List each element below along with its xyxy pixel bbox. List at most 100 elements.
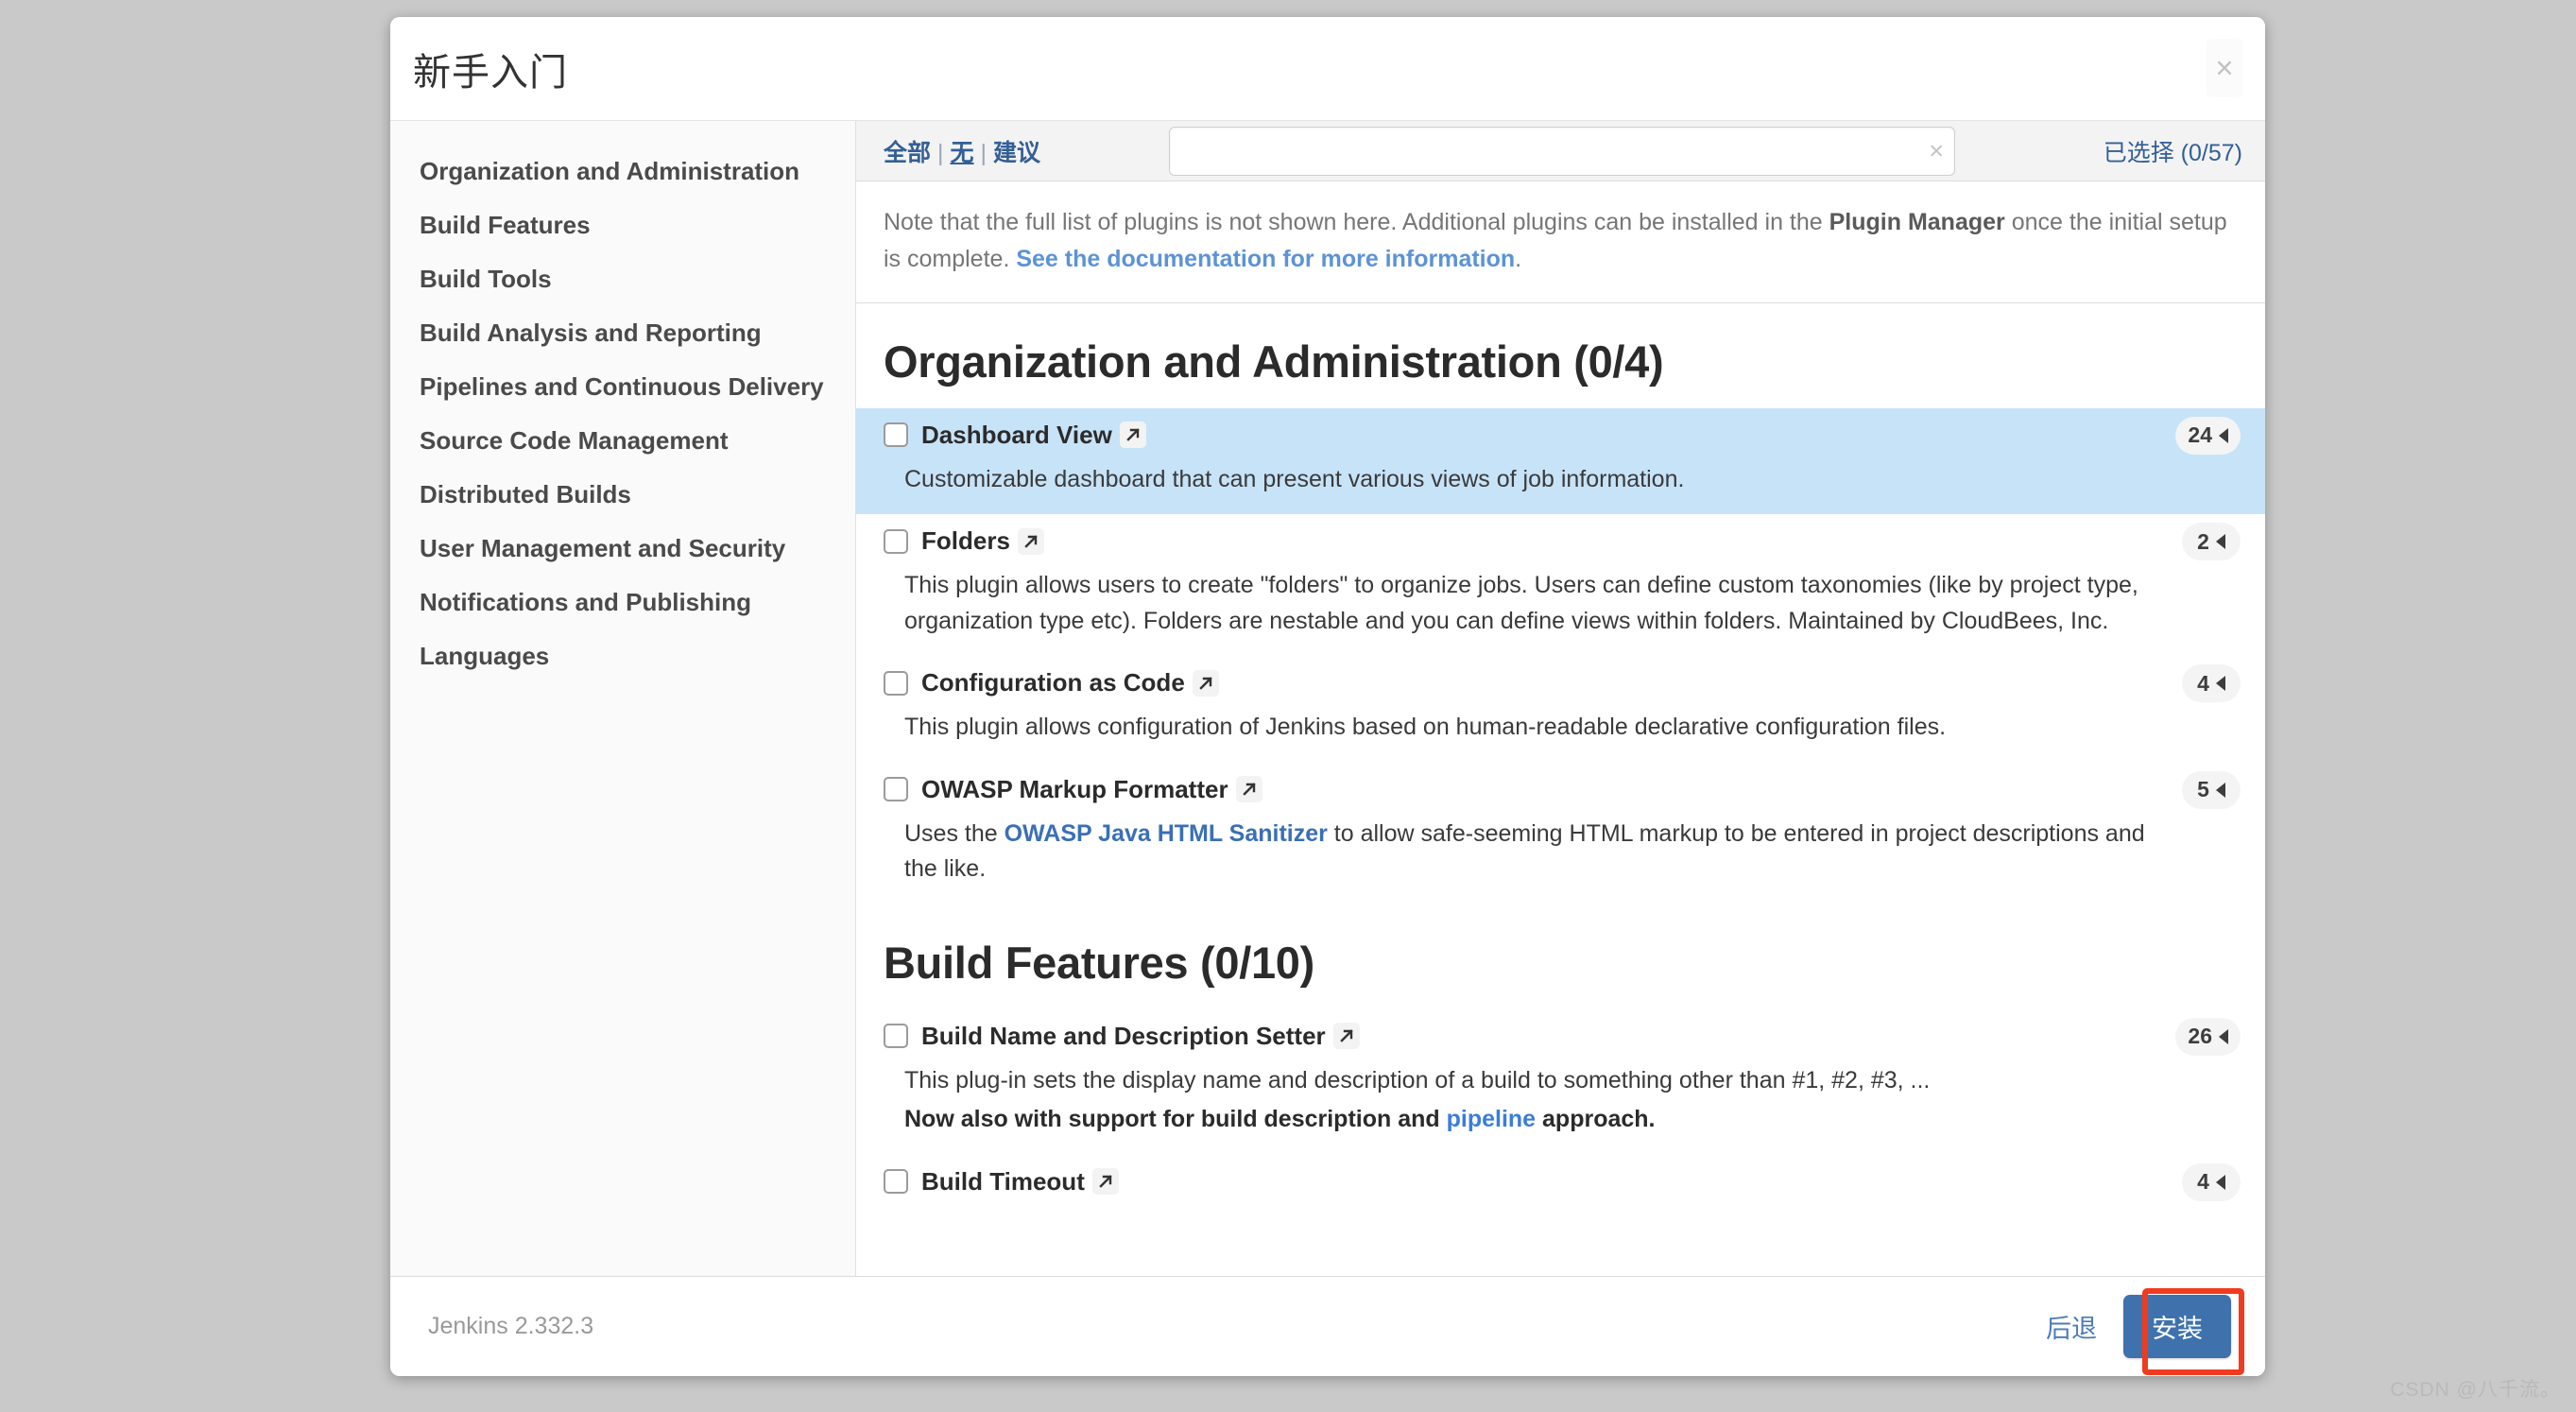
watermark: CSDN @八千流。 (2390, 1379, 2561, 1401)
section-title-organization: Organization and Administration (0/4) (884, 336, 1664, 387)
badge-count: 24 (2188, 422, 2212, 447)
sidebar-item-build-tools[interactable]: Build Tools (390, 252, 855, 306)
notice-plugin-manager: Plugin Manager (1829, 209, 2005, 235)
plugin-row-build-name-and-description-setter[interactable]: Build Name and Description Setter This p… (856, 1009, 2265, 1155)
sidebar-item-build-features[interactable]: Build Features (390, 198, 855, 252)
notice-text-part3: . (1515, 245, 1522, 272)
plugin-name-build-name-and-description-setter: Build Name and Description Setter (921, 1021, 1326, 1050)
close-icon[interactable]: × (2207, 39, 2242, 97)
category-sidebar: Organization and Administration Build Fe… (390, 121, 856, 1276)
plugin-row-dashboard-view[interactable]: Dashboard View Customizable dashboard th… (856, 407, 2265, 514)
plugin-name-build-timeout: Build Timeout (921, 1166, 1085, 1196)
triangle-left-icon (2215, 676, 2225, 691)
sidebar-item-notifications-and-publishing[interactable]: Notifications and Publishing (390, 576, 855, 629)
triangle-left-icon (2219, 427, 2228, 443)
filter-separator-2: | (980, 139, 987, 166)
plugin-checkbox-build-name-and-description-setter[interactable] (884, 1024, 908, 1048)
pipeline-link[interactable]: pipeline (1447, 1106, 1536, 1132)
plugin-toolbar: 全部 | 无 | 建议 × 已选择 (0/57) (856, 121, 2265, 181)
plugin-checkbox-dashboard-view[interactable] (884, 422, 908, 447)
plugin-row-owasp-markup-formatter[interactable]: OWASP Markup Formatter Uses the OWASP Ja… (856, 763, 2265, 904)
triangle-left-icon (2215, 782, 2225, 798)
plugin-row-build-timeout[interactable]: Build Timeout 4 (856, 1155, 2265, 1214)
plugin-dependency-badge[interactable]: 26 (2175, 1017, 2241, 1056)
external-link-icon[interactable] (1192, 669, 1219, 697)
modal-body: Organization and Administration Build Fe… (390, 121, 2265, 1276)
clear-search-icon[interactable]: × (1929, 138, 1944, 164)
plugin-head: Configuration as Code (884, 668, 2190, 697)
triangle-left-icon (2219, 1028, 2228, 1044)
external-link-icon[interactable] (1091, 1168, 1119, 1195)
plugin-checkbox-folders[interactable] (884, 528, 908, 554)
plugin-row-folders[interactable]: Folders This plugin allows users to crea… (856, 514, 2265, 656)
external-link-icon[interactable] (1235, 776, 1262, 802)
filter-all-link[interactable]: 全部 (884, 140, 931, 166)
plugin-row-configuration-as-code[interactable]: Configuration as Code This plugin allows… (856, 656, 2265, 763)
triangle-left-icon (2215, 534, 2225, 549)
sidebar-item-languages[interactable]: Languages (390, 629, 855, 683)
plugin-name-folders: Folders (921, 526, 1010, 555)
bold-post: approach. (1536, 1106, 1656, 1132)
plugin-dependency-badge[interactable]: 24 (2175, 416, 2241, 455)
plugin-list-scroll[interactable]: Organization and Administration (0/4) Da… (856, 302, 2265, 1276)
filter-links: 全部 | 无 | 建议 (884, 134, 1040, 168)
plugin-description-configuration-as-code: This plugin allows configuration of Jenk… (904, 714, 1947, 740)
footer-actions: 后退 安装 (2046, 1295, 2231, 1358)
desc-line-2: Now also with support for build descript… (904, 1102, 2159, 1138)
plugin-description-build-name-and-description-setter: This plug-in sets the display name and d… (884, 1063, 2159, 1138)
plugin-name-configuration-as-code: Configuration as Code (921, 668, 1185, 697)
badge-count: 5 (2197, 777, 2209, 801)
plugin-notice: Note that the full list of plugins is no… (856, 181, 2265, 303)
external-link-icon[interactable] (1332, 1023, 1360, 1049)
filter-none-link[interactable]: 无 (951, 140, 974, 166)
jenkins-version-label: Jenkins 2.332.3 (428, 1313, 594, 1339)
plugin-name-dashboard-view: Dashboard View (921, 420, 1112, 449)
desc-line-1: This plug-in sets the display name and d… (904, 1066, 1931, 1093)
notice-text-part1: Note that the full list of plugins is no… (884, 209, 1829, 235)
plugin-dependency-badge[interactable]: 4 (2182, 664, 2241, 702)
plugin-checkbox-build-timeout[interactable] (884, 1169, 908, 1194)
plugin-description-folders: This plugin allows users to create "fold… (904, 572, 2138, 634)
selected-count-label[interactable]: 已选择 (0/57) (2104, 134, 2242, 168)
plugin-panel: 全部 | 无 | 建议 × 已选择 (0/57) Note that the full … (856, 121, 2265, 1276)
modal-footer: Jenkins 2.332.3 后退 安装 (390, 1276, 2265, 1376)
search-wrapper: × (1169, 126, 1956, 176)
plugin-checkbox-owasp-markup-formatter[interactable] (884, 777, 908, 801)
plugin-description-owasp-markup-formatter: Uses the OWASP Java HTML Sanitizer to al… (884, 817, 2159, 887)
plugin-head: Folders (884, 526, 2190, 556)
owasp-sanitizer-link[interactable]: OWASP Java HTML Sanitizer (1005, 820, 1328, 847)
filter-suggested-link[interactable]: 建议 (993, 140, 1040, 166)
plugin-name-owasp-markup-formatter: OWASP Markup Formatter (921, 774, 1228, 803)
page-title: 新手入门 (413, 51, 568, 94)
plugin-head: Build Name and Description Setter (884, 1022, 2190, 1051)
badge-count: 4 (2197, 1169, 2209, 1194)
external-link-icon[interactable] (1017, 527, 1044, 555)
getting-started-modal: 新手入门 × Organization and Administration B… (390, 17, 2265, 1376)
external-link-icon[interactable] (1119, 422, 1146, 448)
plugin-head: Dashboard View (884, 421, 2190, 450)
modal-header: 新手入门 × (390, 17, 2265, 121)
sidebar-item-build-analysis-and-reporting[interactable]: Build Analysis and Reporting (390, 306, 855, 360)
sidebar-item-organization-and-administration[interactable]: Organization and Administration (390, 145, 855, 198)
search-input[interactable] (1169, 126, 1956, 176)
plugin-head: OWASP Markup Formatter (884, 775, 2190, 804)
sidebar-item-pipelines-and-continuous-delivery[interactable]: Pipelines and Continuous Delivery (390, 360, 855, 414)
triangle-left-icon (2215, 1174, 2225, 1190)
filter-separator-1: | (937, 139, 944, 166)
desc-pre: Uses the (904, 819, 1005, 847)
plugin-checkbox-configuration-as-code[interactable] (884, 670, 908, 696)
plugin-description-dashboard-view: Customizable dashboard that can present … (904, 465, 1685, 492)
back-button[interactable]: 后退 (2046, 1308, 2097, 1345)
sidebar-item-source-code-management[interactable]: Source Code Management (390, 414, 855, 468)
badge-count: 2 (2197, 528, 2209, 554)
install-button[interactable]: 安装 (2123, 1295, 2231, 1358)
plugin-dependency-badge[interactable]: 5 (2182, 770, 2241, 809)
plugin-dependency-badge[interactable]: 4 (2182, 1162, 2241, 1201)
plugin-dependency-badge[interactable]: 2 (2182, 523, 2241, 560)
sidebar-item-user-management-and-security[interactable]: User Management and Security (390, 522, 855, 576)
plugin-head: Build Timeout (884, 1167, 2190, 1197)
documentation-link[interactable]: See the documentation for more informati… (1016, 246, 1515, 272)
bold-pre: Now also with support for build descript… (904, 1106, 1447, 1132)
sidebar-item-distributed-builds[interactable]: Distributed Builds (390, 468, 855, 522)
badge-count: 4 (2197, 670, 2209, 696)
